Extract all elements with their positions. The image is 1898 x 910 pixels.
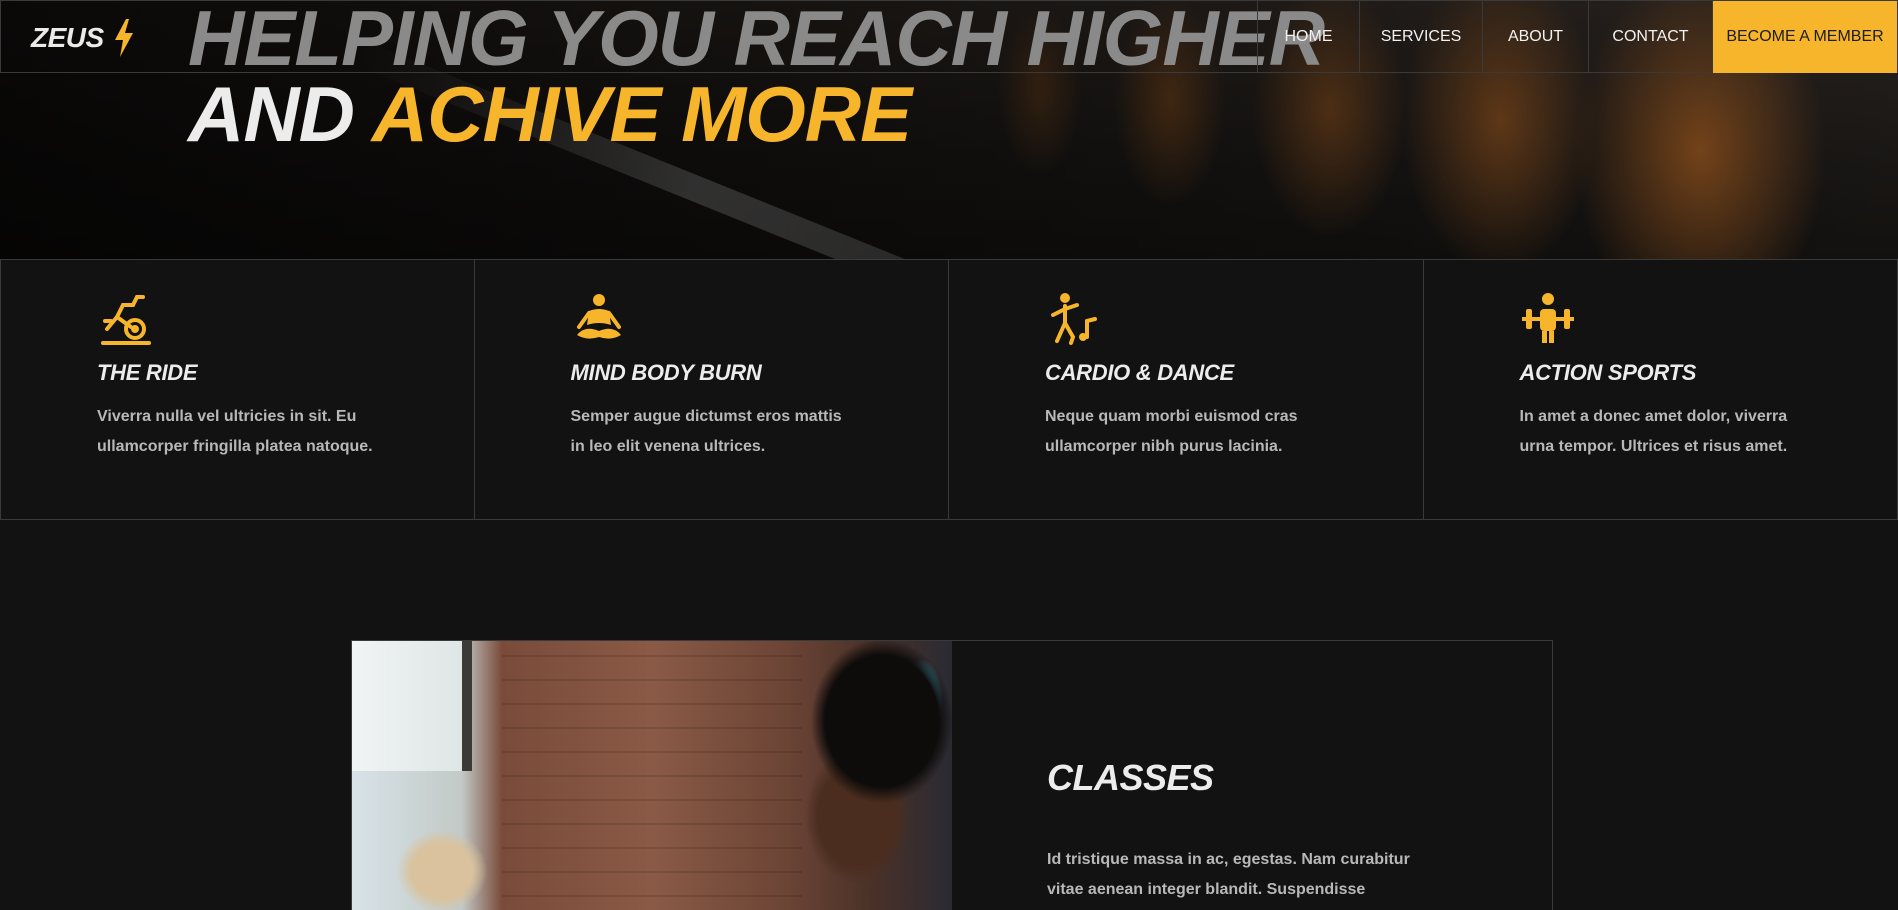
feature-description: Semper augue dictumst eros mattis in leo…: [570, 408, 842, 455]
nav-about-link[interactable]: ABOUT: [1482, 1, 1588, 73]
classes-heading: CLASSES: [1047, 757, 1214, 798]
weightlifting-icon: [1521, 293, 1574, 343]
photo-brick-wall: [502, 641, 802, 910]
feature-card: THE RIDE Viverra nulla vel ultricies in …: [0, 259, 475, 520]
classes-photo: [352, 641, 952, 910]
feature-title: THE RIDE: [97, 360, 198, 385]
nav-home-link[interactable]: HOME: [1257, 1, 1359, 73]
feature-title: CARDIO & DANCE: [1045, 360, 1234, 385]
feature-card: ACTION SPORTS In amet a donec amet dolor…: [1423, 259, 1898, 520]
brand-logo[interactable]: ZEUS: [31, 19, 136, 57]
main-menu: HOME SERVICES ABOUT CONTACT BECOME A MEM…: [1257, 1, 1897, 73]
features-row: THE RIDE Viverra nulla vel ultricies in …: [0, 259, 1898, 520]
nav-services-link[interactable]: SERVICES: [1359, 1, 1482, 73]
hero-line-2-accent: ACHIVE MORE: [371, 70, 912, 158]
hero-line-2: AND ACHIVE MORE: [188, 74, 1324, 154]
feature-card: MIND BODY BURN Semper augue dictumst ero…: [474, 259, 949, 520]
feature-description: In amet a donec amet dolor, viverra urna…: [1519, 408, 1788, 455]
hero-line-2-white: AND: [188, 70, 355, 158]
dance-icon: [1051, 293, 1097, 345]
lightning-bolt-icon: [114, 19, 133, 57]
nav-contact-link[interactable]: CONTACT: [1588, 1, 1712, 73]
feature-title: ACTION SPORTS: [1519, 360, 1697, 385]
feature-title: MIND BODY BURN: [570, 360, 762, 385]
exercise-bike-icon: [101, 295, 151, 345]
feature-description: Viverra nulla vel ultricies in sit. Eu u…: [97, 408, 373, 455]
classes-description: Id tristique massa in ac, egestas. Nam c…: [1047, 851, 1410, 898]
photo-window: [352, 641, 472, 771]
become-member-button[interactable]: BECOME A MEMBER: [1712, 1, 1897, 73]
brand-name: ZEUS: [31, 22, 104, 53]
feature-card: CARDIO & DANCE Neque quam morbi euismod …: [949, 259, 1424, 520]
feature-description: Neque quam morbi euismod cras ullamcorpe…: [1045, 408, 1298, 455]
meditation-icon: [576, 294, 621, 339]
top-navigation: ZEUS HOME SERVICES ABOUT CONTACT BECOME …: [0, 0, 1898, 73]
